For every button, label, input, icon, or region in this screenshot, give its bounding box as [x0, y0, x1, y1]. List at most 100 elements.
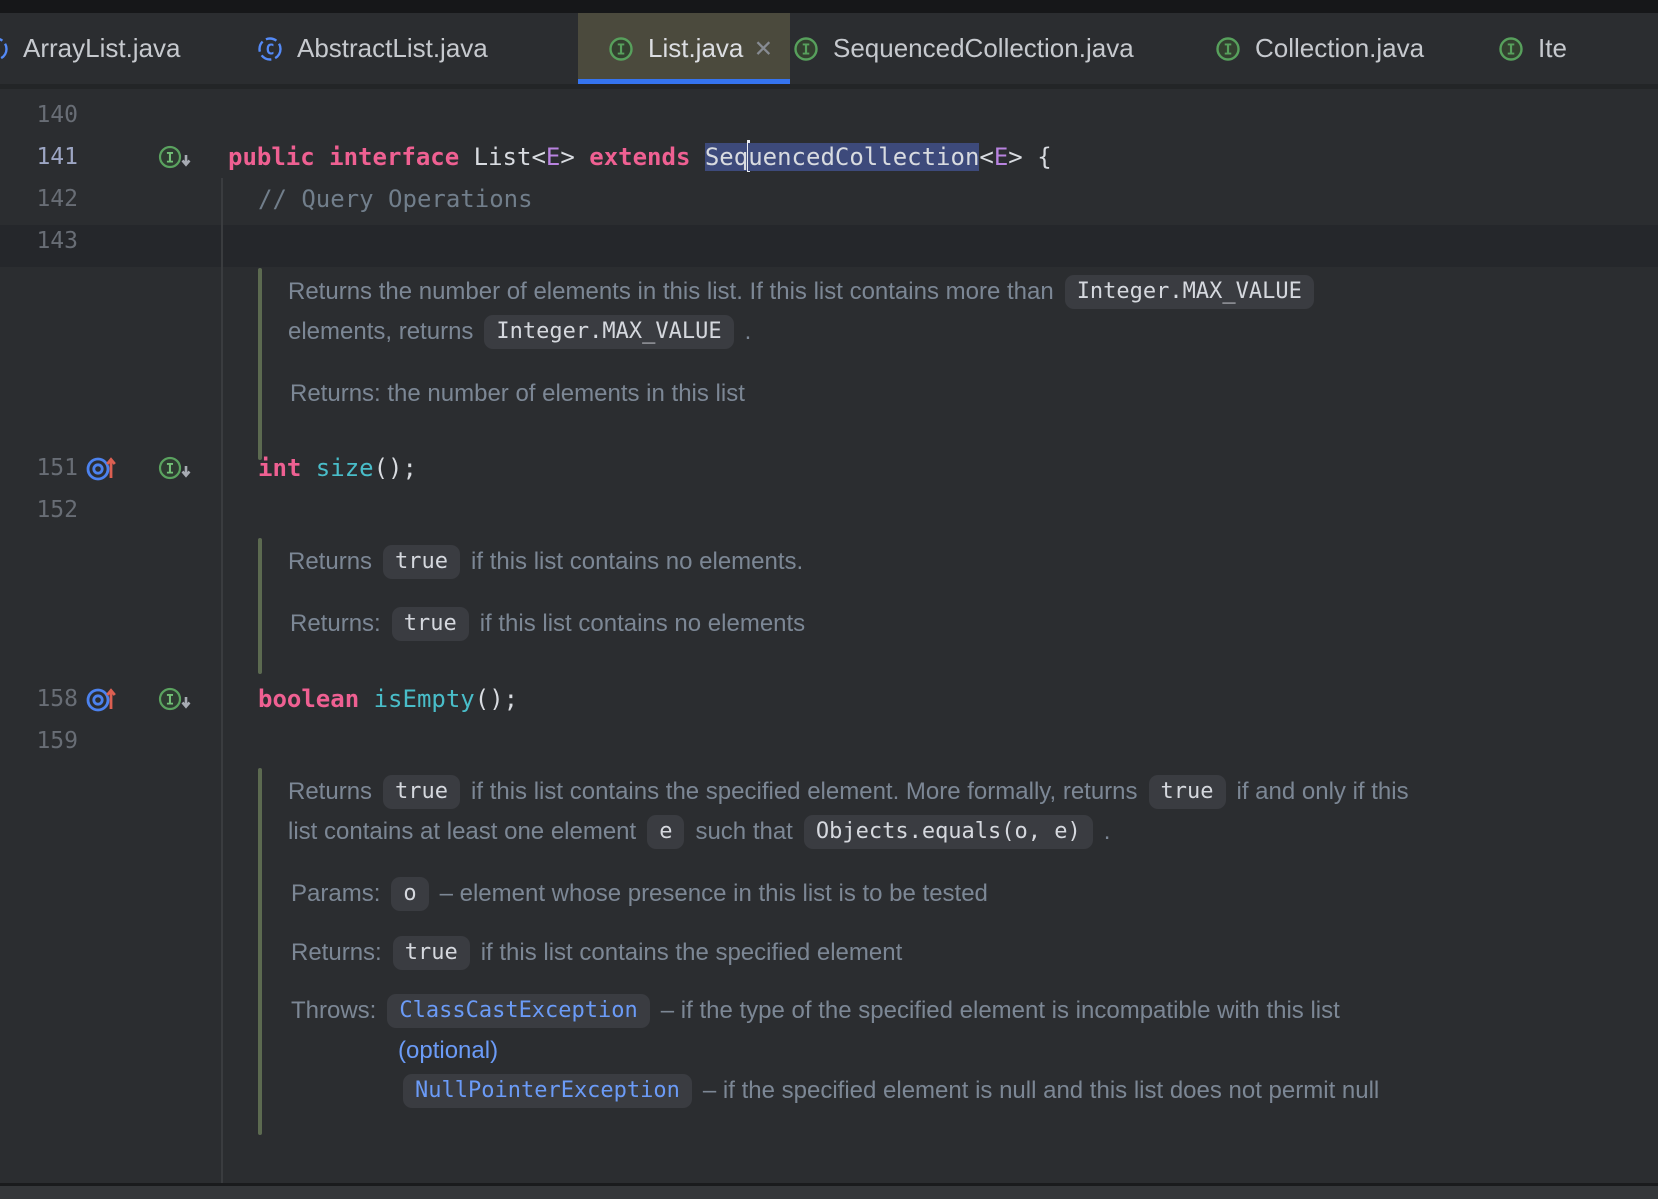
doc-text: – element whose presence in this list is… — [440, 880, 988, 907]
doc-text: Returns: — [291, 939, 382, 966]
doc-text: if this list contains no elements — [480, 610, 806, 637]
svg-text:I: I — [801, 40, 810, 58]
doc-text: – if the type of the specified element i… — [661, 997, 1340, 1024]
code-token: (); — [374, 454, 417, 482]
svg-text:I: I — [1223, 40, 1232, 58]
doc-line: Returns:trueif this list contains no ele… — [290, 604, 805, 644]
code-token: E — [546, 143, 560, 171]
doc-line: list contains at least one element e such … — [288, 812, 1110, 852]
doc-text: Params: — [291, 880, 380, 907]
svg-text:C: C — [0, 40, 1, 58]
code-token: extends — [589, 143, 705, 171]
line-number: 143 — [0, 220, 78, 262]
doc-text: such that — [695, 818, 792, 845]
doc-code-chip: true — [393, 936, 470, 970]
tab-label: Ite — [1538, 33, 1567, 64]
class-icon: C — [0, 35, 10, 63]
doc-code-chip: Objects.equals(o, e) — [804, 815, 1093, 849]
code-token: // Query Operations — [258, 185, 533, 213]
code-token: > — [1008, 143, 1022, 171]
doc-code-link[interactable]: NullPointerException — [403, 1074, 692, 1108]
code-token: (); — [475, 685, 518, 713]
doc-code-chip: Integer.MAX_VALUE — [484, 315, 733, 349]
implementations-gutter-icon[interactable]: I — [156, 453, 196, 483]
doc-code-chip: true — [392, 607, 469, 641]
doc-code-chip: true — [1149, 775, 1226, 809]
tab-label: ArrayList.java — [23, 33, 181, 64]
doc-block-border — [258, 268, 262, 460]
doc-line: (optional) — [398, 1031, 498, 1071]
doc-code-chip: true — [383, 545, 460, 579]
code-token: > — [560, 143, 589, 171]
code-token: isEmpty — [374, 685, 475, 713]
class-icon: C — [256, 35, 284, 63]
code-token: { — [1023, 143, 1052, 171]
tab-abstractlist-java[interactable]: C AbstractList.java — [246, 13, 536, 84]
tab-label: Collection.java — [1255, 33, 1424, 64]
code-token: boolean — [258, 685, 374, 713]
window-top-strip — [0, 0, 1658, 13]
doc-line: NullPointerException – if the specified e… — [392, 1071, 1379, 1111]
tab-list-java[interactable]: IList.java✕ — [578, 13, 790, 84]
tab-arraylist-java[interactable]: C ArrayList.java — [0, 13, 210, 84]
tab-ite[interactable]: I Ite — [1465, 13, 1658, 84]
code-token: int — [258, 454, 316, 482]
tab-collection-java[interactable]: I Collection.java — [1182, 13, 1452, 84]
doc-line: Returnstrueif this list contains no elem… — [288, 542, 803, 582]
svg-text:C: C — [265, 40, 274, 58]
code-line[interactable]: // Query Operations — [258, 178, 533, 220]
code-token: size — [316, 454, 374, 482]
code-line[interactable]: public interface List<E> extends Sequenc… — [228, 136, 1052, 178]
overrides-gutter-icon[interactable] — [84, 684, 124, 714]
doc-text: Throws: — [291, 997, 376, 1024]
gutter-separator — [221, 178, 223, 1199]
implementations-gutter-icon[interactable]: I — [156, 684, 196, 714]
line-number: 141 — [0, 136, 78, 178]
interface-icon: I — [1497, 35, 1525, 63]
doc-line: Throws: ClassCastException – if the type o… — [291, 991, 1340, 1031]
line-number: 158 — [0, 678, 78, 720]
doc-text: Returns — [288, 778, 372, 805]
editor-tab-bar: C ArrayList.java C AbstractList.java I List… — [0, 13, 1658, 84]
doc-line: Returns the number of elements in this l… — [288, 272, 1325, 312]
interface-icon: I — [607, 35, 635, 63]
doc-text: if this list contains no elements. — [471, 548, 803, 575]
doc-text: . — [1104, 818, 1111, 845]
doc-code-link[interactable]: ClassCastException — [387, 994, 649, 1028]
doc-code-chip: o — [391, 877, 428, 911]
tab-label: AbstractList.java — [297, 33, 488, 64]
doc-link[interactable]: (optional) — [398, 1037, 498, 1064]
doc-text: – if the specified element is null and t… — [703, 1077, 1379, 1104]
line-number: 140 — [0, 94, 78, 136]
svg-text:I: I — [166, 693, 174, 709]
doc-text: . — [745, 318, 752, 345]
code-line[interactable]: boolean isEmpty(); — [258, 678, 518, 720]
doc-text: Returns the number of elements in this l… — [288, 278, 1054, 305]
tab-label: List.java — [648, 33, 743, 64]
ide-window: C ArrayList.java C AbstractList.java I List… — [0, 0, 1658, 1199]
doc-text: if this list contains the specified elem… — [471, 778, 1138, 805]
overrides-gutter-icon[interactable] — [84, 453, 124, 483]
doc-line: Returns: true if this list contains the sp… — [291, 933, 902, 973]
caret-line-highlight — [0, 225, 1658, 267]
status-panel-edge — [0, 1186, 1658, 1199]
doc-code-chip: e — [647, 815, 684, 849]
doc-block-border — [258, 768, 262, 1135]
tab-sequencedcollection-java[interactable]: ISequencedCollection.java — [760, 13, 1150, 84]
line-number: 152 — [0, 489, 78, 531]
code-token: < — [979, 143, 993, 171]
svg-text:I: I — [166, 151, 174, 167]
doc-text: if this list contains the specified elem… — [481, 939, 903, 966]
doc-text: if and only if this — [1237, 778, 1409, 805]
implementations-gutter-icon[interactable]: I — [156, 142, 196, 172]
doc-text: list contains at least one element — [288, 818, 636, 845]
doc-code-chip: true — [383, 775, 460, 809]
code-editor[interactable]: 140141 I 142143151 I 152158 I 159public … — [0, 89, 1658, 1183]
code-token: uencedCollection — [748, 143, 979, 171]
doc-text: Returns: the number of elements in this … — [290, 380, 745, 407]
svg-text:I: I — [1506, 40, 1515, 58]
doc-line: elements, returnsInteger.MAX_VALUE. — [288, 312, 751, 352]
code-line[interactable]: int size(); — [258, 447, 417, 489]
svg-text:I: I — [166, 462, 174, 478]
interface-icon: I — [1214, 35, 1242, 63]
